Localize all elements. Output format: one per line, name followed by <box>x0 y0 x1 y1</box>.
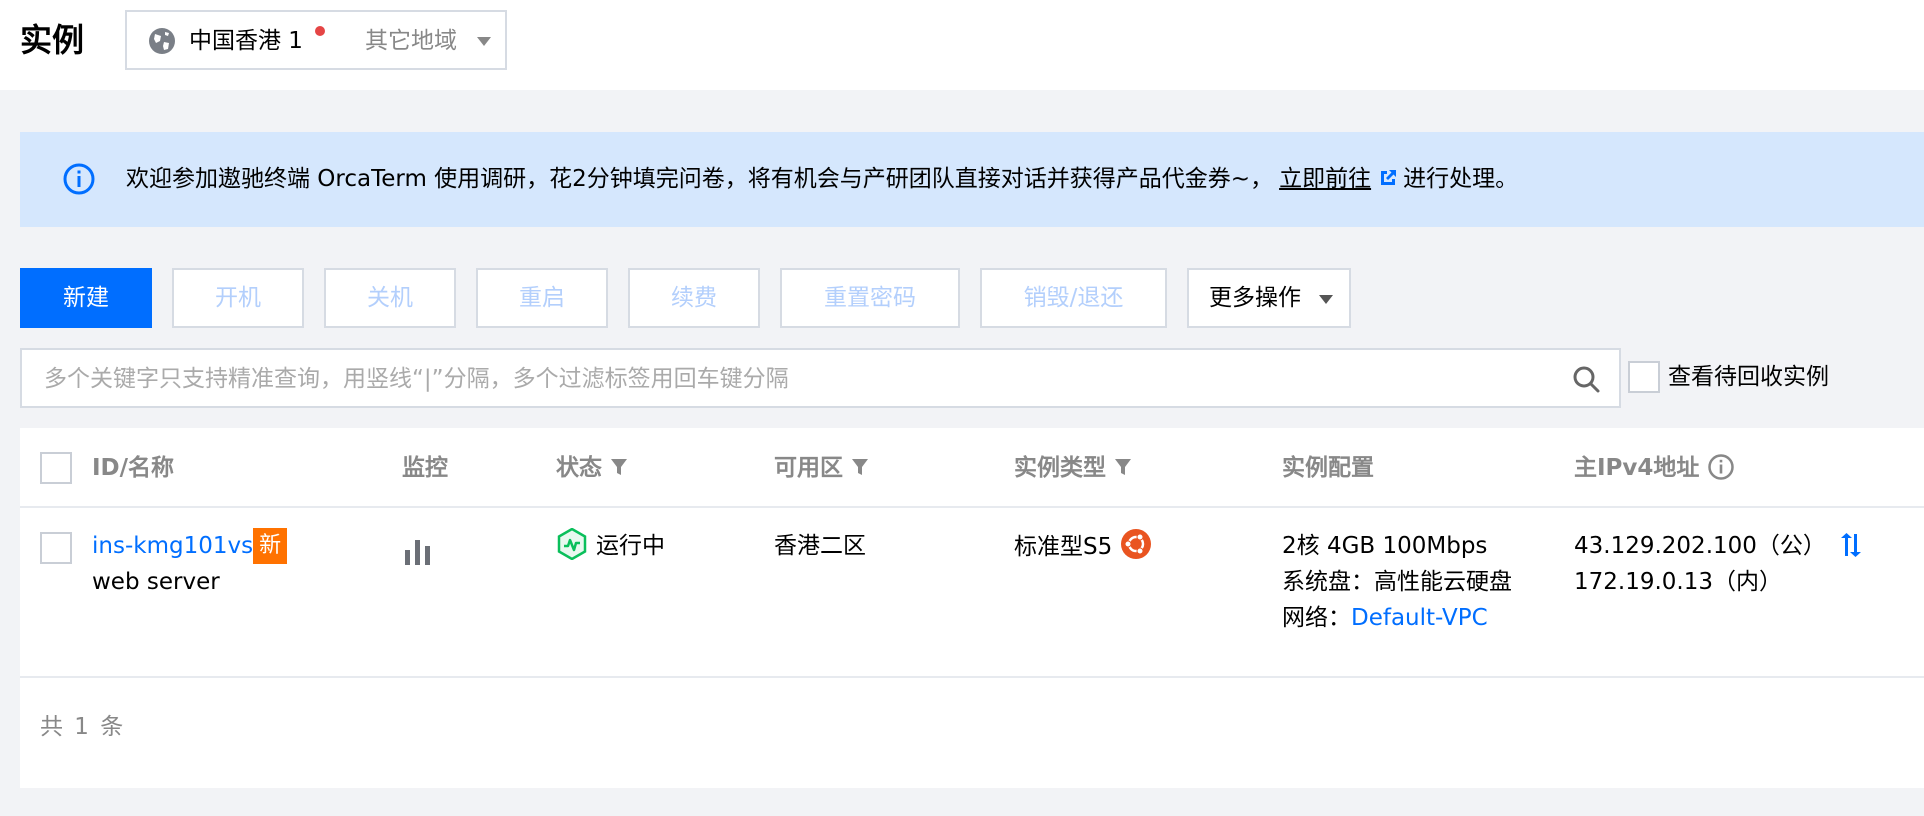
start-button[interactable]: 开机 <box>172 268 304 328</box>
new-button[interactable]: 新建 <box>20 268 152 328</box>
ip-public: 43.129.202.100（公） <box>1574 533 1826 559</box>
external-link-icon[interactable] <box>1377 167 1399 189</box>
instance-name: web server <box>92 569 220 595</box>
region-selector[interactable]: 中国香港 1 其它地域 <box>125 10 507 70</box>
instance-id-cell: ins-kmg101vs 新 <box>92 528 288 564</box>
vpc-link[interactable]: Default-VPC <box>1351 605 1488 631</box>
region-other[interactable]: 其它地域 <box>365 26 457 56</box>
column-status[interactable]: 状态 <box>556 452 628 484</box>
globe-icon <box>149 28 175 54</box>
notice-banner: 欢迎参加遨驰终端 OrcaTerm 使用调研，花2分钟填完问卷，将有机会与产研团… <box>20 132 1924 227</box>
config-network: 网络：Default-VPC <box>1282 600 1488 636</box>
more-actions-label: 更多操作 <box>1209 285 1301 311</box>
restart-button[interactable]: 重启 <box>476 268 608 328</box>
total-count: 共 1 条 <box>40 714 126 740</box>
filter-icon[interactable] <box>1114 457 1132 477</box>
more-actions-button[interactable]: 更多操作 <box>1187 268 1351 328</box>
running-status-icon <box>557 528 587 560</box>
config-spec: 2核 4GB 100Mbps <box>1282 533 1488 559</box>
monitor-chart-icon[interactable] <box>403 538 433 566</box>
new-badge: 新 <box>253 528 288 564</box>
notice-suffix: 进行处理。 <box>1403 166 1519 192</box>
config-network-label: 网络： <box>1282 605 1351 631</box>
search-placeholder: 多个关键字只支持精准查询，用竖线“|”分隔，多个过滤标签用回车键分隔 <box>44 366 789 392</box>
column-monitor: 监控 <box>402 455 448 481</box>
column-ipv4-label: 主IPv4地址 <box>1574 455 1700 481</box>
recycle-checkbox[interactable] <box>1628 361 1660 393</box>
type-cell: 标准型S5 <box>1014 528 1152 565</box>
destroy-button[interactable]: 销毁/退还 <box>980 268 1167 328</box>
recycle-label: 查看待回收实例 <box>1668 364 1829 390</box>
notice-text: 欢迎参加遨驰终端 OrcaTerm 使用调研，花2分钟填完问卷，将有机会与产研团… <box>126 162 1518 196</box>
column-status-label: 状态 <box>556 455 602 481</box>
column-ipv4: 主IPv4地址 <box>1574 452 1735 484</box>
filter-icon[interactable] <box>851 457 869 477</box>
config-disk: 系统盘：高性能云硬盘 <box>1282 569 1512 595</box>
region-alert-dot <box>315 26 325 36</box>
top-bar: 实例 中国香港 1 其它地域 <box>0 0 1924 90</box>
type-text: 标准型S5 <box>1014 534 1113 560</box>
ip-public-cell: 43.129.202.100（公） <box>1574 528 1864 564</box>
instance-table: ID/名称 监控 状态 可用区 实例类型 实例配置 主IPv4地址 ins-km… <box>20 428 1924 788</box>
column-id-name: ID/名称 <box>92 455 175 481</box>
column-type-label: 实例类型 <box>1014 455 1106 481</box>
search-input[interactable]: 多个关键字只支持精准查询，用竖线“|”分隔，多个过滤标签用回车键分隔 <box>20 348 1621 408</box>
column-zone-label: 可用区 <box>774 455 843 481</box>
table-row: ins-kmg101vs新 web server 运行中 香港二区 标准型S5 <box>20 508 1924 678</box>
region-current[interactable]: 中国香港 1 <box>189 26 303 56</box>
row-checkbox[interactable] <box>40 532 72 564</box>
shutdown-button[interactable]: 关机 <box>324 268 456 328</box>
info-icon[interactable] <box>1707 453 1735 481</box>
column-zone[interactable]: 可用区 <box>774 452 869 484</box>
renew-button[interactable]: 续费 <box>628 268 760 328</box>
ip-switch-icon[interactable] <box>1838 532 1864 558</box>
page-title: 实例 <box>20 21 85 59</box>
status-cell: 运行中 <box>556 528 665 564</box>
ubuntu-icon <box>1121 529 1152 559</box>
instance-id-link[interactable]: ins-kmg101vs <box>92 533 253 559</box>
ip-private: 172.19.0.13（内） <box>1574 569 1782 595</box>
chevron-down-icon[interactable] <box>477 37 491 46</box>
chevron-down-icon <box>1319 295 1333 304</box>
notice-message: 欢迎参加遨驰终端 OrcaTerm 使用调研，花2分钟填完问卷，将有机会与产研团… <box>126 166 1274 192</box>
notice-link[interactable]: 立即前往 <box>1279 166 1371 192</box>
search-icon[interactable] <box>1571 364 1601 394</box>
column-config: 实例配置 <box>1282 455 1374 481</box>
reset-password-button[interactable]: 重置密码 <box>780 268 960 328</box>
filter-icon[interactable] <box>610 457 628 477</box>
table-header: ID/名称 监控 状态 可用区 实例类型 实例配置 主IPv4地址 <box>20 428 1924 508</box>
zone-text: 香港二区 <box>774 533 866 559</box>
select-all-checkbox[interactable] <box>40 452 72 484</box>
status-text: 运行中 <box>596 533 665 559</box>
column-type[interactable]: 实例类型 <box>1014 452 1132 484</box>
info-icon <box>63 163 95 195</box>
